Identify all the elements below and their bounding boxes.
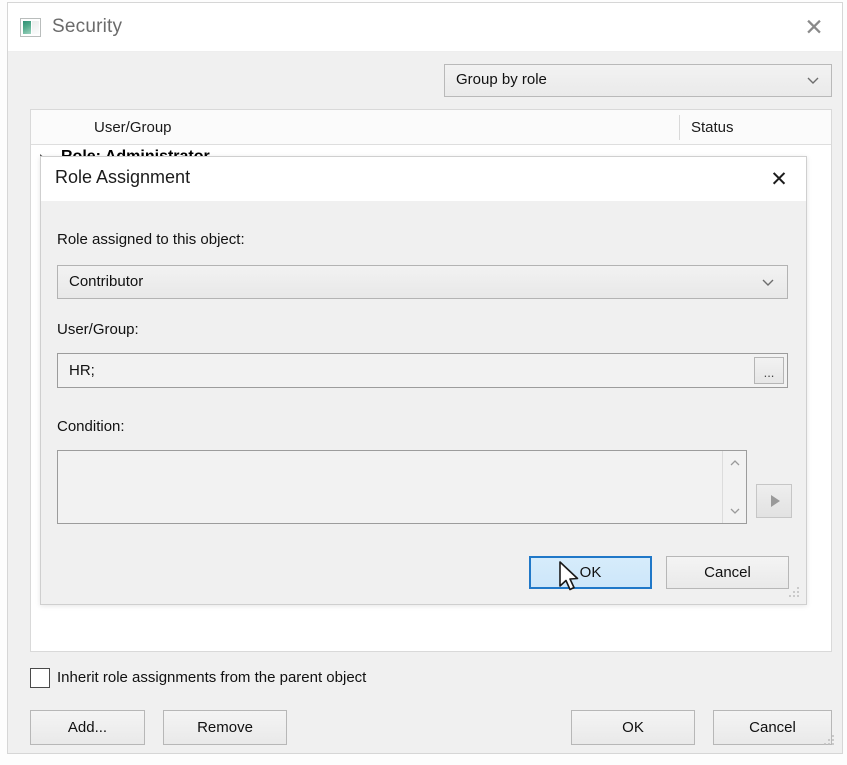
role-field-label: Role assigned to this object:	[57, 231, 245, 248]
window-title: Security	[52, 16, 123, 37]
scroll-down-icon[interactable]	[723, 503, 746, 519]
list-header: User/Group Status	[31, 110, 831, 145]
group-by-select[interactable]: Group by role	[444, 64, 832, 97]
role-select[interactable]: Contributor	[57, 265, 788, 299]
dialog-close-icon[interactable]: ✕	[760, 164, 798, 194]
icon-light-block	[32, 21, 39, 34]
dialog-cancel-button[interactable]: Cancel	[666, 556, 789, 589]
dialog-ok-button[interactable]: OK	[529, 556, 652, 589]
icon-green-block	[23, 21, 31, 34]
window-titlebar[interactable]: Security ✕	[8, 3, 842, 52]
usergroup-input[interactable]: HR; ...	[57, 353, 788, 388]
dialog-resize-grip[interactable]	[789, 587, 801, 599]
role-assignment-dialog: Role Assignment ✕ Role assigned to this …	[40, 156, 807, 605]
add-button[interactable]: Add...	[30, 710, 145, 745]
ok-button[interactable]: OK	[571, 710, 695, 745]
play-triangle-icon[interactable]	[756, 484, 792, 518]
inherit-checkbox-label: Inherit role assignments from the parent…	[57, 669, 367, 686]
play-triangle-glyph	[771, 495, 780, 507]
close-icon[interactable]: ✕	[786, 3, 842, 51]
column-header-usergroup[interactable]: User/Group	[94, 119, 172, 136]
chevron-down-icon	[805, 72, 821, 88]
condition-textarea[interactable]	[57, 450, 747, 524]
column-header-status[interactable]: Status	[691, 119, 734, 136]
condition-scrollbar[interactable]	[722, 451, 746, 523]
chevron-down-icon	[760, 274, 776, 290]
usergroup-input-value: HR;	[69, 362, 95, 379]
app-window-icon	[20, 18, 41, 37]
inherit-checkbox[interactable]	[30, 668, 50, 688]
group-by-value: Group by role	[456, 71, 547, 88]
mouse-cursor	[558, 561, 580, 593]
cancel-button[interactable]: Cancel	[713, 710, 832, 745]
scroll-up-icon[interactable]	[723, 455, 746, 471]
usergroup-field-label: User/Group:	[57, 321, 139, 338]
role-select-value: Contributor	[69, 273, 144, 290]
resize-grip[interactable]	[824, 735, 836, 747]
dialog-title: Role Assignment	[55, 167, 191, 187]
column-divider	[679, 115, 680, 140]
dialog-titlebar[interactable]: Role Assignment ✕	[41, 157, 806, 201]
screen: Security ✕ Group by role User/Group Stat…	[0, 0, 847, 765]
condition-field-label: Condition:	[57, 418, 125, 435]
browse-button[interactable]: ...	[754, 357, 784, 384]
remove-button[interactable]: Remove	[163, 710, 287, 745]
